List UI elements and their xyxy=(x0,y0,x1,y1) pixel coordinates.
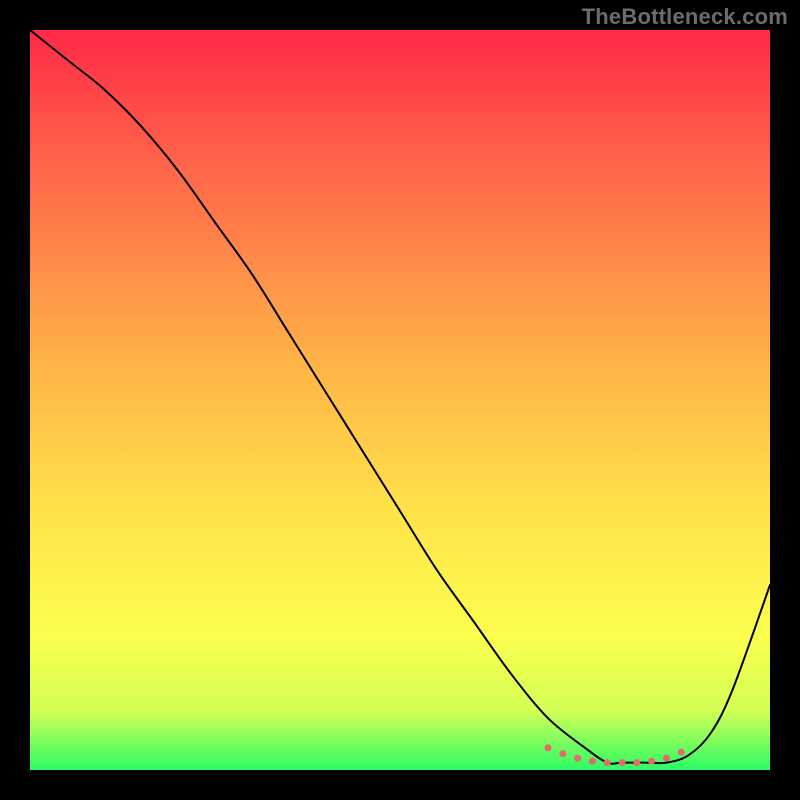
optimal-marker xyxy=(589,758,596,765)
watermark-text: TheBottleneck.com xyxy=(582,4,788,30)
optimal-marker xyxy=(619,759,626,766)
optimal-marker xyxy=(633,759,640,766)
chart-frame: TheBottleneck.com xyxy=(0,0,800,800)
bottleneck-chart xyxy=(30,30,770,770)
gradient-background xyxy=(30,30,770,770)
optimal-marker xyxy=(545,744,552,751)
optimal-marker xyxy=(559,750,566,757)
optimal-marker xyxy=(574,755,581,762)
optimal-marker xyxy=(663,755,670,762)
optimal-marker xyxy=(648,758,655,765)
optimal-marker xyxy=(678,749,685,756)
optimal-marker xyxy=(604,759,611,766)
